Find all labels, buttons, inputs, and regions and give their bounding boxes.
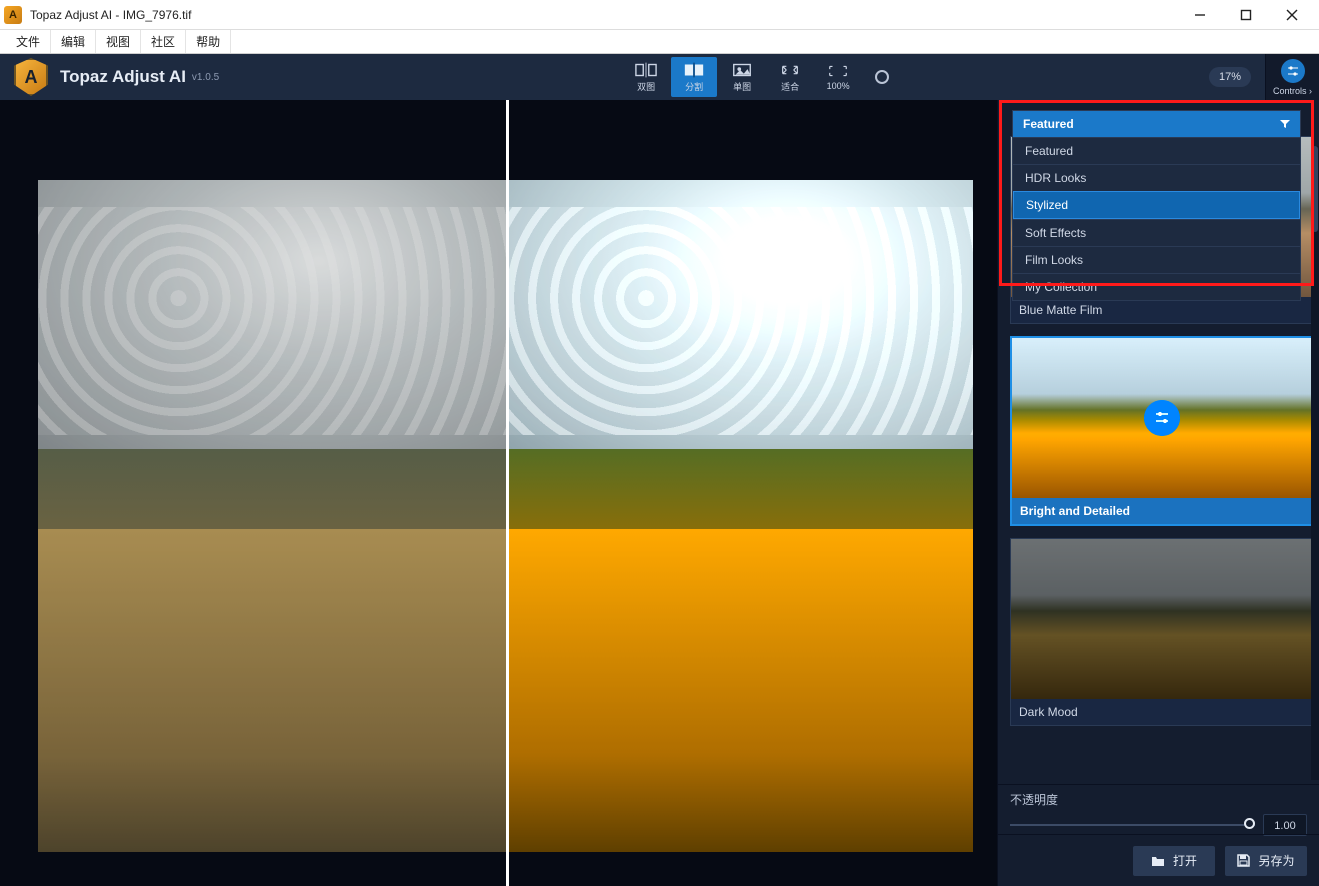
saveas-button[interactable]: 另存为 xyxy=(1225,846,1307,876)
window-title: Topaz Adjust AI - IMG_7976.tif xyxy=(30,8,191,22)
app-toolbar: A Topaz Adjust AI v1.0.5 双图 分割 单图 适合 xyxy=(0,54,1319,100)
viewmode-single-label: 单图 xyxy=(733,80,751,93)
menu-bar: 文件 编辑 视图 社区 帮助 xyxy=(0,30,1319,54)
viewmode-100-label: 100% xyxy=(827,81,850,91)
filter-icon xyxy=(1280,119,1290,129)
adjust-icon[interactable] xyxy=(1144,400,1180,436)
menu-edit[interactable]: 编辑 xyxy=(51,30,96,53)
action-row: 打开 另存为 xyxy=(998,834,1319,886)
navigator-toggle-icon[interactable] xyxy=(875,70,889,84)
viewmode-fit-label: 适合 xyxy=(781,80,799,93)
brand-version: v1.0.5 xyxy=(192,72,219,83)
preview-before xyxy=(38,180,506,852)
opacity-control: 不透明度 1.00 xyxy=(998,784,1319,834)
preset-name: Dark Mood xyxy=(1011,699,1312,725)
menu-view[interactable]: 视图 xyxy=(96,30,141,53)
preset-scrollbar[interactable] xyxy=(1311,146,1319,780)
window-maximize-button[interactable] xyxy=(1223,0,1269,30)
opacity-slider[interactable] xyxy=(1010,824,1255,826)
menu-community[interactable]: 社区 xyxy=(141,30,186,53)
menu-file[interactable]: 文件 xyxy=(6,30,51,53)
window-close-button[interactable] xyxy=(1269,0,1315,30)
dropdown-option[interactable]: Soft Effects xyxy=(1013,219,1300,246)
preset-name: Bright and Detailed xyxy=(1012,498,1311,524)
viewmode-single[interactable]: 单图 xyxy=(719,57,765,97)
menu-help[interactable]: 帮助 xyxy=(186,30,231,53)
controls-panel-toggle[interactable]: Controls › xyxy=(1265,54,1319,100)
open-button[interactable]: 打开 xyxy=(1133,846,1215,876)
opacity-slider-handle[interactable] xyxy=(1244,818,1255,829)
preset-card[interactable]: Dark Mood xyxy=(1010,538,1313,726)
opacity-label: 不透明度 xyxy=(1010,791,1307,808)
window-titlebar: A Topaz Adjust AI - IMG_7976.tif xyxy=(0,0,1319,30)
window-minimize-button[interactable] xyxy=(1177,0,1223,30)
preset-thumbnail xyxy=(1011,539,1312,699)
preview-after xyxy=(506,180,974,852)
dropdown-option[interactable]: Featured xyxy=(1013,137,1300,164)
app-icon: A xyxy=(4,6,22,24)
brand-shield-icon: A xyxy=(14,58,48,96)
dropdown-selected-label: Featured xyxy=(1023,117,1074,131)
opacity-value[interactable]: 1.00 xyxy=(1263,814,1307,836)
dropdown-option[interactable]: My Collection xyxy=(1013,273,1300,300)
viewmode-dual[interactable]: 双图 xyxy=(623,57,669,97)
viewmode-100[interactable]: 100% xyxy=(815,57,861,97)
image-canvas[interactable] xyxy=(0,100,997,886)
dropdown-option[interactable]: Film Looks xyxy=(1013,246,1300,273)
save-icon xyxy=(1237,854,1250,867)
saveas-button-label: 另存为 xyxy=(1258,852,1294,869)
preset-category-dropdown[interactable]: Featured FeaturedHDR LooksStylizedSoft E… xyxy=(1012,110,1301,301)
open-button-label: 打开 xyxy=(1173,852,1197,869)
preset-scrollbar-thumb[interactable] xyxy=(1312,146,1318,232)
viewmode-split[interactable]: 分割 xyxy=(671,57,717,97)
sliders-icon xyxy=(1281,59,1305,83)
controls-label: Controls xyxy=(1273,86,1307,96)
presets-panel: Blue Matte FilmBright and DetailedDark M… xyxy=(997,100,1319,886)
zoom-indicator[interactable]: 17% xyxy=(1209,67,1251,87)
split-divider-handle[interactable] xyxy=(506,100,509,886)
viewmode-split-label: 分割 xyxy=(685,80,703,93)
preset-card[interactable]: Bright and Detailed xyxy=(1010,336,1313,526)
dropdown-option[interactable]: Stylized xyxy=(1013,191,1300,219)
viewmode-fit[interactable]: 适合 xyxy=(767,57,813,97)
brand-block: A Topaz Adjust AI v1.0.5 xyxy=(0,58,233,96)
viewmode-dual-label: 双图 xyxy=(637,80,655,93)
preset-thumbnail xyxy=(1012,338,1311,498)
folder-icon xyxy=(1151,855,1165,867)
dropdown-option[interactable]: HDR Looks xyxy=(1013,164,1300,191)
dropdown-selected[interactable]: Featured xyxy=(1013,111,1300,137)
brand-name: Topaz Adjust AI xyxy=(60,67,186,87)
